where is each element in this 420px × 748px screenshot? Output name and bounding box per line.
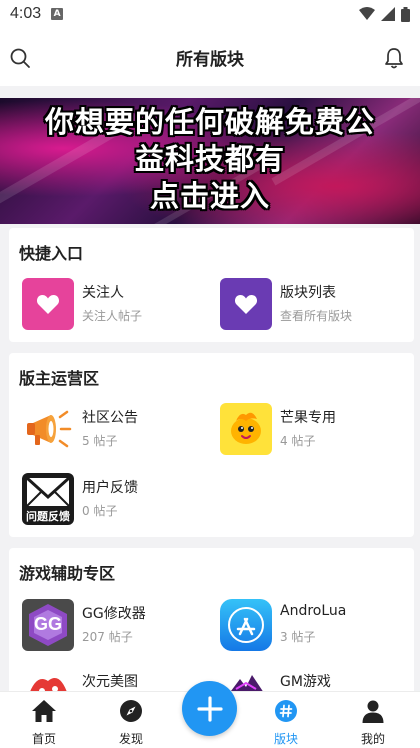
- plus-icon: [196, 695, 223, 722]
- person-icon: [362, 700, 384, 723]
- section-title: 版主运营区: [19, 369, 100, 388]
- banner-line-2: 益科技都有: [134, 142, 285, 176]
- sim-indicator-icon: A: [51, 8, 64, 20]
- forum-item-androlua[interactable]: AndroLua 3 帖子: [220, 599, 410, 653]
- item-name: GM游戏: [280, 674, 331, 690]
- nav-boards[interactable]: 版块: [256, 698, 316, 746]
- nav-label: 首页: [31, 732, 56, 746]
- create-post-button[interactable]: [182, 681, 237, 736]
- item-subtitle: 5 帖子: [82, 434, 118, 448]
- promo-banner[interactable]: 你想要的任何破解免费公 益科技都有 点击进入: [0, 98, 420, 224]
- notifications-button[interactable]: [382, 46, 406, 70]
- forum-item-mango[interactable]: 芒果专用 4 帖子: [220, 403, 410, 457]
- app-store-icon: [220, 599, 272, 651]
- compass-icon: [120, 700, 142, 722]
- status-bar: 4:03 A: [0, 0, 420, 28]
- feedback-envelope-icon: 问题反馈: [22, 473, 74, 525]
- search-icon: [10, 48, 30, 68]
- heart-icon: [220, 278, 272, 330]
- forum-item-board-list[interactable]: 版块列表 查看所有版块: [220, 278, 410, 332]
- item-name: 用户反馈: [82, 480, 138, 496]
- app-header: 所有版块: [0, 28, 420, 86]
- item-subtitle: 3 帖子: [280, 630, 316, 644]
- item-name: 关注人: [82, 285, 124, 301]
- item-subtitle: 0 帖子: [82, 504, 118, 518]
- status-time: 4:03: [10, 5, 42, 22]
- heart-icon: [22, 278, 74, 330]
- section-title: 游戏辅助专区: [19, 564, 116, 583]
- nav-me[interactable]: 我的: [343, 698, 403, 746]
- hashtag-icon: [275, 700, 297, 722]
- forum-item-announcements[interactable]: 社区公告 5 帖子: [22, 403, 212, 457]
- banner-line-3: 点击进入: [149, 179, 270, 213]
- page-title: 所有版块: [176, 49, 244, 70]
- item-subtitle: 4 帖子: [280, 434, 316, 448]
- item-subtitle: 查看所有版块: [280, 309, 353, 323]
- section-title: 快捷入口: [19, 244, 84, 263]
- nav-label: 版块: [273, 732, 298, 746]
- mango-mascot-icon: [220, 403, 272, 455]
- gg-modifier-icon: GG: [22, 599, 74, 651]
- bell-icon: [385, 48, 403, 69]
- battery-icon: [401, 6, 410, 22]
- banner-text: 你想要的任何破解免费公 益科技都有 点击进入: [0, 104, 420, 215]
- section-quick-access: 快捷入口 关注人 关注人帖子 版块列表 查看所有版块: [9, 228, 414, 342]
- item-name: GG修改器: [82, 606, 146, 622]
- forum-item-feedback[interactable]: 问题反馈 用户反馈 0 帖子: [22, 473, 212, 527]
- item-name: 社区公告: [82, 410, 138, 426]
- item-name: 版块列表: [280, 285, 336, 301]
- signal-icon: [381, 7, 395, 21]
- nav-discover[interactable]: 发现: [101, 698, 161, 746]
- wifi-icon: [359, 7, 375, 20]
- forum-item-following[interactable]: 关注人 关注人帖子: [22, 278, 212, 332]
- megaphone-icon: [22, 403, 74, 455]
- item-name: 芒果专用: [280, 410, 336, 426]
- nav-home[interactable]: 首页: [14, 698, 74, 746]
- forum-item-gg-modifier[interactable]: GG GG修改器 207 帖子: [22, 599, 212, 653]
- feedback-badge-text: 问题反馈: [26, 510, 70, 523]
- gg-badge-text: GG: [33, 614, 62, 634]
- section-moderator-ops: 版主运营区 社区公告 5 帖子 芒果专用 4 帖子 问题反馈 用户反馈 0 帖子: [9, 353, 414, 537]
- home-icon: [32, 700, 56, 722]
- item-name: AndroLua: [280, 603, 347, 619]
- nav-label: 发现: [118, 732, 143, 746]
- banner-line-1: 你想要的任何破解免费公: [44, 105, 375, 139]
- nav-label: 我的: [360, 732, 385, 746]
- item-subtitle: 关注人帖子: [82, 309, 143, 323]
- search-button[interactable]: [8, 46, 32, 70]
- item-name: 次元美图: [82, 674, 138, 690]
- item-subtitle: 207 帖子: [82, 630, 133, 644]
